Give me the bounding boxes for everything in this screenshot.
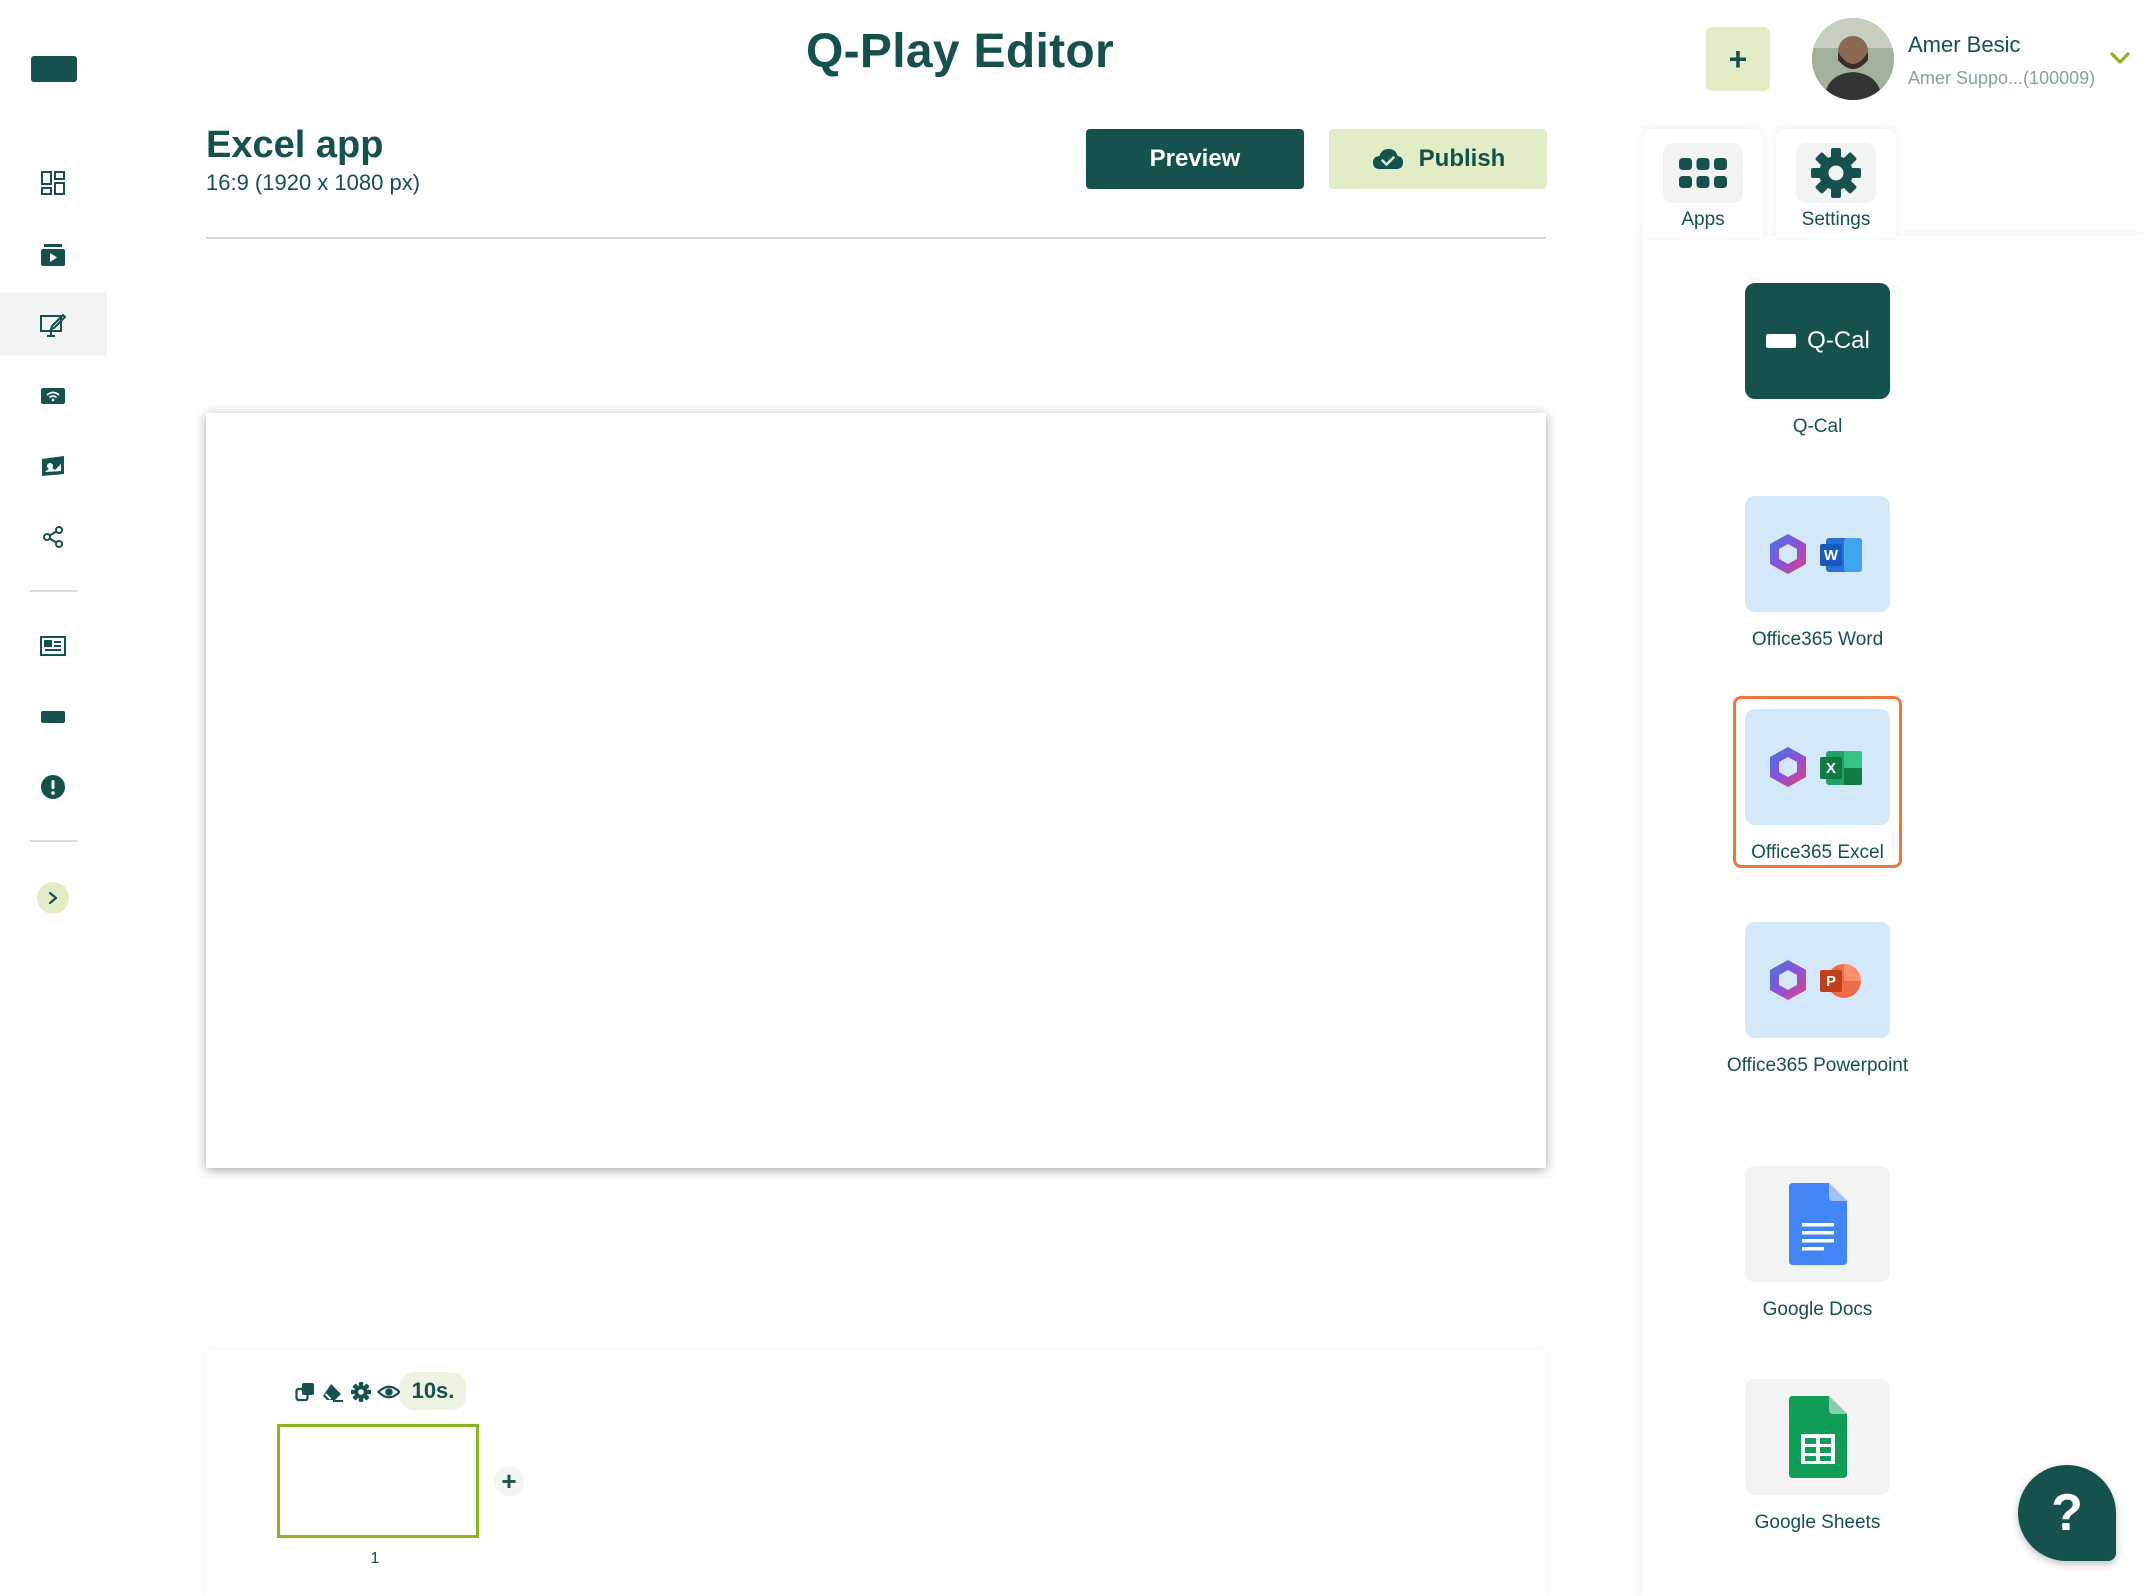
app-label: Google Docs	[1762, 1299, 1873, 1320]
sidebar-expand-button[interactable]	[37, 882, 69, 914]
document-title: Excel app	[206, 124, 384, 166]
app-label: Office365 Word	[1751, 629, 1884, 650]
sidebar-item-share[interactable]	[32, 516, 74, 558]
gallery-icon	[42, 456, 64, 476]
screen-wifi-icon	[41, 388, 65, 404]
svg-text:X: X	[1825, 760, 1835, 777]
gear-icon	[351, 1382, 371, 1402]
app-label: Office365 Powerpoint	[1726, 1055, 1909, 1076]
slide-visibility-button[interactable]	[377, 1380, 401, 1404]
user-menu-toggle[interactable]	[2108, 48, 2132, 68]
app-card-office365-word[interactable]: W Office365 Word	[1745, 496, 1890, 656]
gear-icon	[1811, 148, 1861, 198]
duplicate-icon	[295, 1383, 314, 1402]
display-icon	[41, 711, 65, 723]
sidebar-item-news[interactable]	[32, 625, 74, 667]
app-tile-google-sheets[interactable]	[1745, 1379, 1890, 1495]
sidebar-divider	[30, 590, 78, 592]
alert-icon	[41, 775, 65, 799]
sidebar-item-screens[interactable]	[32, 375, 74, 417]
app-card-q-cal[interactable]: Q-Cal Q-Cal	[1745, 283, 1890, 443]
slide-number: 1	[370, 1550, 380, 1567]
app-label: Q-Cal	[1792, 416, 1843, 437]
editor-canvas[interactable]	[206, 413, 1546, 1168]
slide-toolbar	[293, 1380, 401, 1404]
svg-text:W: W	[1823, 547, 1838, 564]
app-card-office365-excel[interactable]: X Office365 Excel	[1745, 709, 1890, 869]
share-icon	[43, 526, 63, 548]
app-tile-office365-powerpoint[interactable]: P	[1745, 922, 1890, 1038]
app-tile-q-cal[interactable]: Q-Cal	[1745, 283, 1890, 399]
dashboard-icon	[41, 171, 65, 195]
tab-apps-icon-box	[1663, 143, 1743, 203]
svg-text:P: P	[1825, 973, 1835, 990]
preview-button-label: Preview	[1149, 145, 1241, 172]
tab-settings[interactable]: Settings	[1776, 129, 1896, 237]
newspaper-icon	[40, 636, 66, 656]
add-slide-button[interactable]: +	[494, 1466, 524, 1496]
apps-grid-icon	[1679, 158, 1727, 188]
user-account[interactable]: Amer Suppo...(100009)	[1908, 68, 2095, 89]
google-docs-icon	[1788, 1183, 1847, 1265]
app-label: Google Sheets	[1754, 1512, 1881, 1533]
tab-settings-label: Settings	[1801, 209, 1871, 230]
header-divider	[206, 237, 1546, 239]
editor-icon	[40, 313, 67, 337]
chevron-right-icon	[48, 891, 58, 905]
app-tile-text: Q-Cal	[1807, 327, 1870, 354]
media-icon	[41, 244, 65, 266]
app-card-google-sheets[interactable]: Google Sheets	[1745, 1379, 1890, 1539]
sidebar-item-dashboard[interactable]	[32, 162, 74, 204]
sidebar-item-display[interactable]	[32, 696, 74, 738]
app-tile-office365-excel[interactable]: X	[1745, 709, 1890, 825]
document-dimensions: 16:9 (1920 x 1080 px)	[206, 170, 421, 195]
user-name[interactable]: Amer Besic	[1908, 32, 2020, 58]
app-tile-office365-word[interactable]: W	[1745, 496, 1890, 612]
tab-settings-icon-box	[1796, 143, 1876, 203]
clear-slide-button[interactable]	[321, 1380, 345, 1404]
preview-button[interactable]: Preview	[1086, 129, 1304, 189]
sidebar-item-editor[interactable]	[32, 304, 74, 346]
office365-excel-icon: X	[1769, 747, 1862, 787]
app-tile-google-docs[interactable]	[1745, 1166, 1890, 1282]
slide-thumbnail[interactable]	[277, 1424, 479, 1538]
app-card-google-docs[interactable]: Google Docs	[1745, 1166, 1890, 1326]
office365-powerpoint-icon: P	[1769, 960, 1861, 1000]
publish-button[interactable]: Publish	[1329, 129, 1547, 189]
eraser-icon	[323, 1384, 343, 1402]
sidebar-item-gallery[interactable]	[32, 445, 74, 487]
google-sheets-icon	[1788, 1396, 1847, 1478]
user-photo-icon	[1812, 18, 1894, 100]
sidebar-divider	[30, 840, 78, 842]
tab-apps-label: Apps	[1681, 209, 1725, 230]
sidebar-item-media[interactable]	[32, 234, 74, 276]
sidebar-item-alerts[interactable]	[32, 766, 74, 808]
cloud-check-icon	[1372, 149, 1403, 169]
slide-settings-button[interactable]	[349, 1380, 373, 1404]
office365-word-icon: W	[1769, 534, 1862, 574]
chevron-down-icon	[2110, 52, 2130, 64]
add-button[interactable]: +	[1706, 27, 1770, 91]
publish-button-label: Publish	[1418, 145, 1506, 172]
eye-icon	[377, 1385, 401, 1399]
app-card-office365-powerpoint[interactable]: P Office365 Powerpoint	[1727, 922, 1908, 1082]
app-label: Office365 Excel	[1751, 842, 1884, 863]
duplicate-slide-button[interactable]	[293, 1380, 317, 1404]
slide-duration[interactable]: 10s.	[400, 1372, 466, 1410]
help-button[interactable]: ?	[2018, 1465, 2116, 1561]
tab-apps[interactable]: Apps	[1643, 129, 1763, 237]
app-title: Q-Play Editor	[806, 25, 1114, 78]
display-icon	[1766, 334, 1797, 348]
avatar[interactable]	[1812, 18, 1894, 100]
